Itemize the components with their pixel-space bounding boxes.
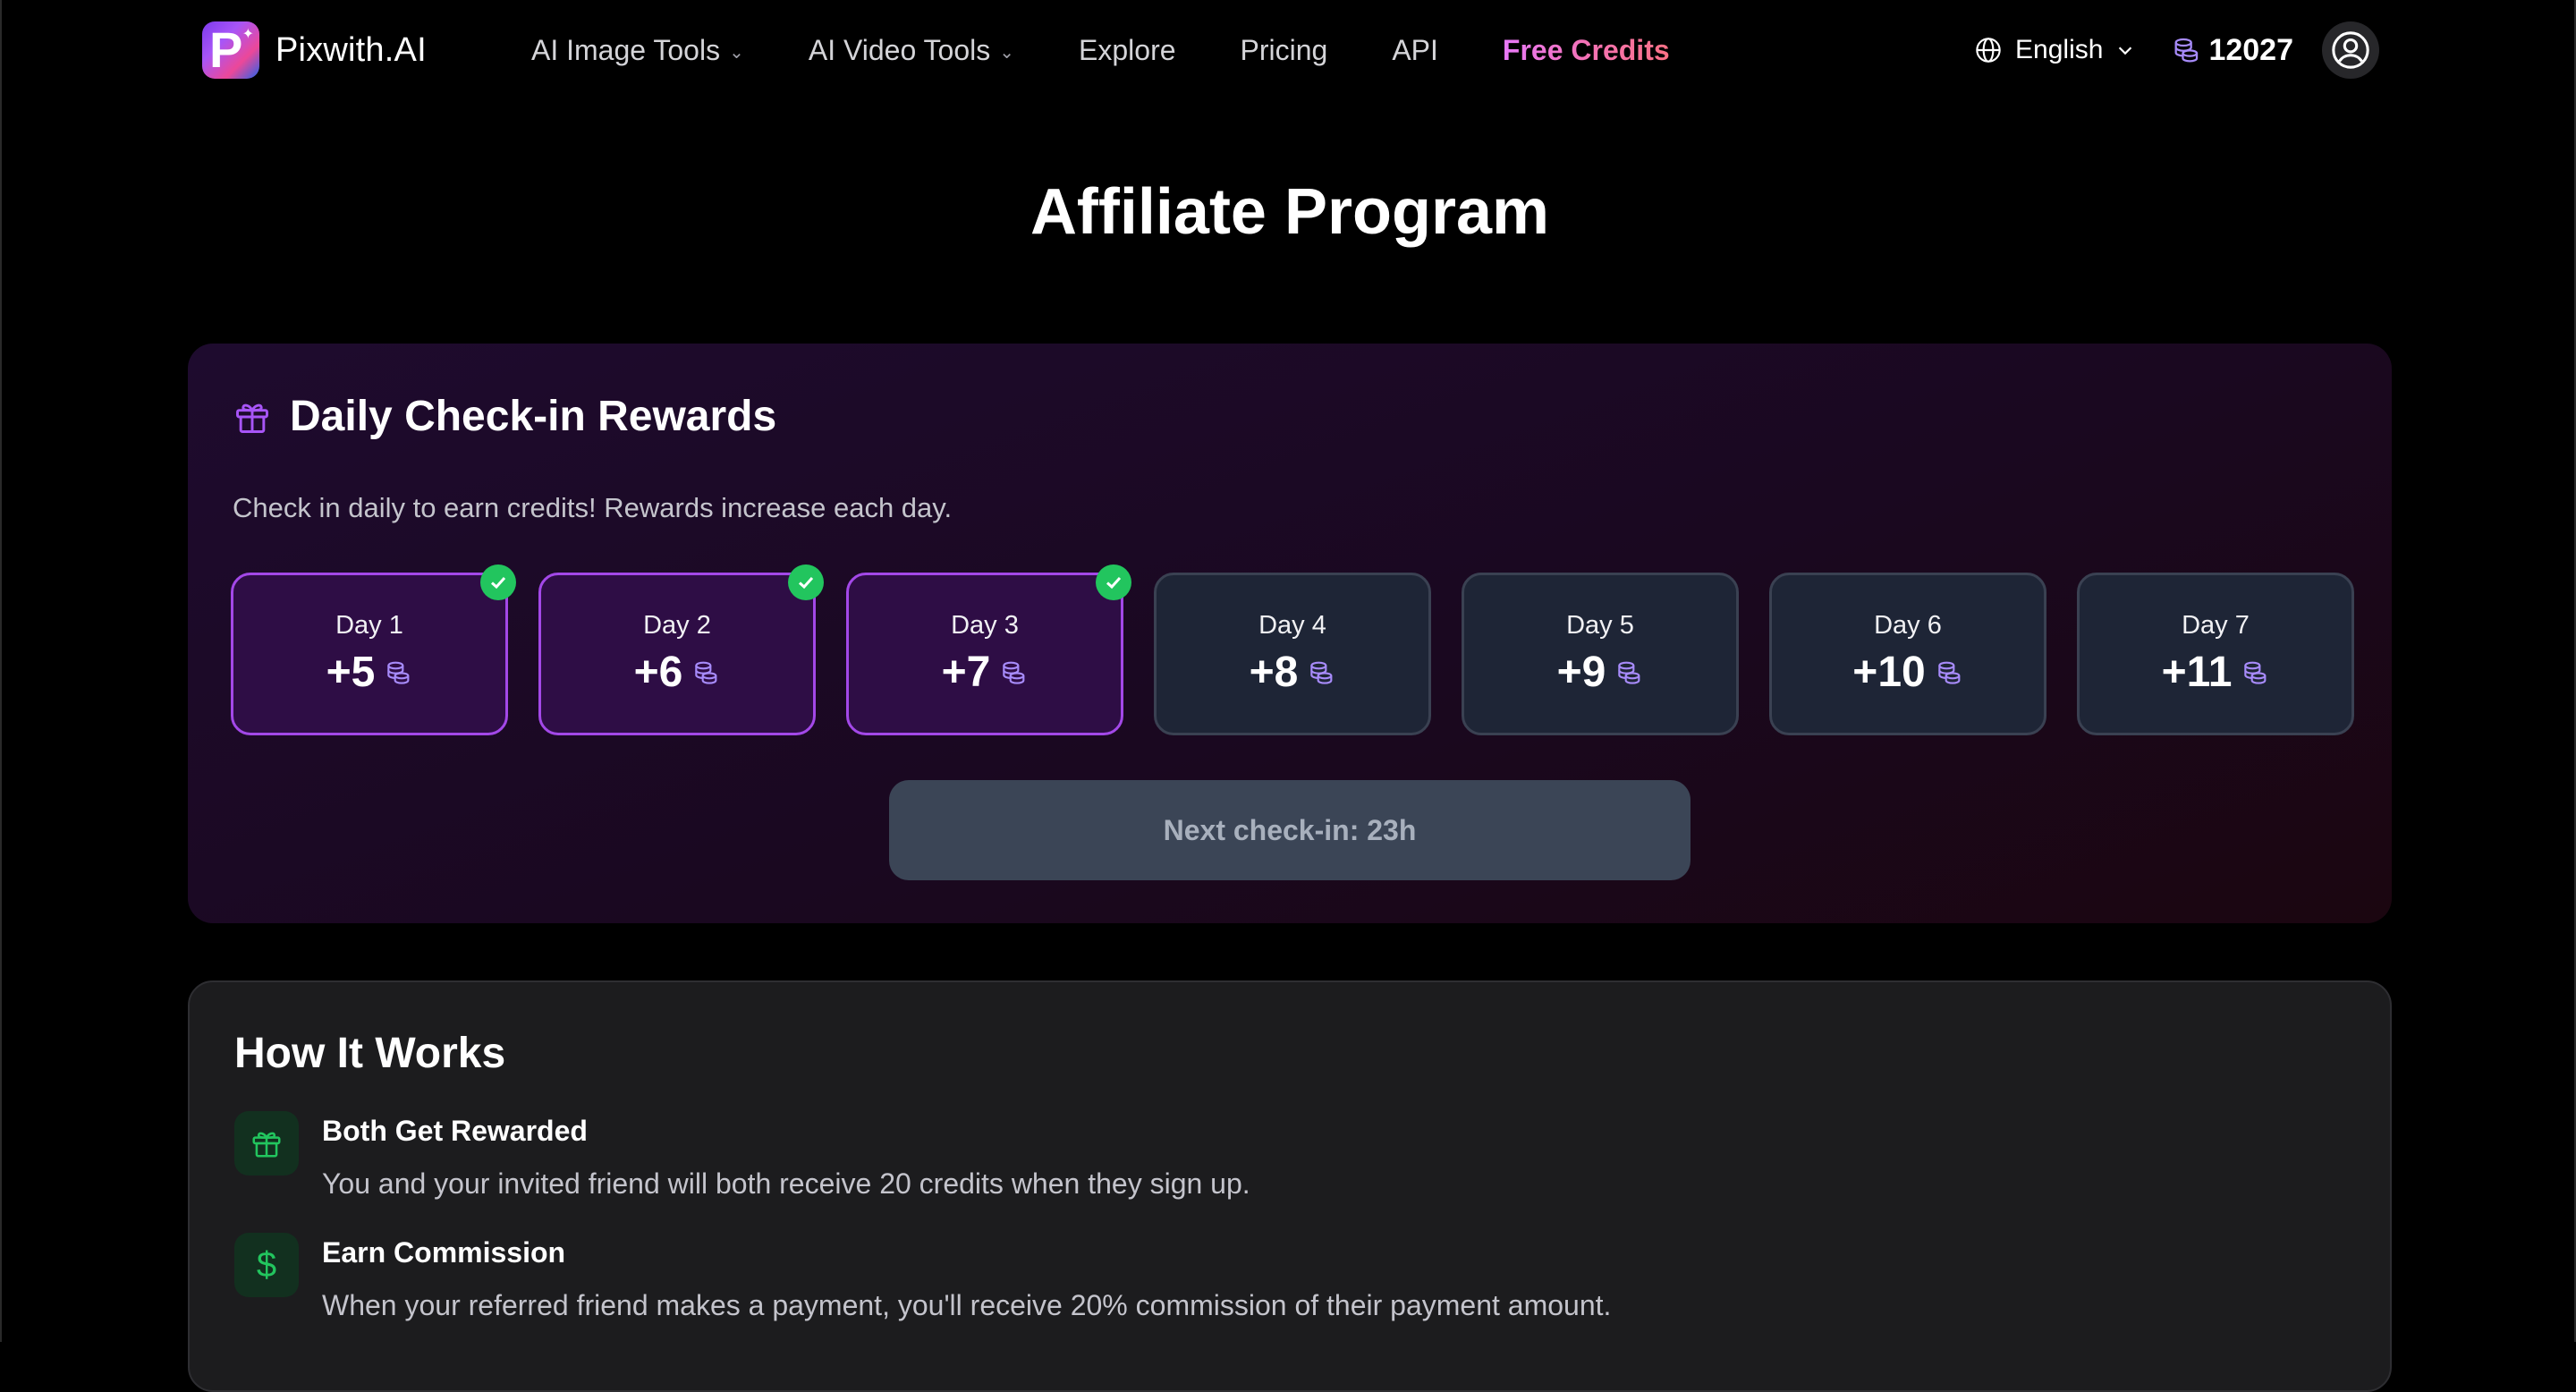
coins-icon (695, 661, 717, 684)
menu-label: AI Image Tools (531, 33, 721, 66)
nav-right-group: English 12027 (1974, 18, 2379, 82)
chevron-down-icon: ⌄ (729, 42, 744, 63)
day-label: Day 7 (2182, 611, 2250, 640)
day-reward: +6 (634, 648, 721, 697)
menu-label: API (1392, 33, 1438, 66)
checkin-day-card[interactable]: Day 5 +9 (1462, 573, 1739, 735)
how-item-rewarded: Both Get Rewarded You and your invited f… (234, 1111, 1250, 1201)
gift-icon (236, 403, 268, 433)
language-selector[interactable]: English (1974, 35, 2135, 65)
chevron-down-icon: ⌄ (999, 42, 1015, 63)
page-title: Affiliate Program (1030, 176, 1550, 248)
how-it-works-card: How It Works Both Get Rewarded You and y… (188, 980, 2392, 1392)
how-item-title: Both Get Rewarded (322, 1115, 588, 1147)
coins-icon (1003, 661, 1025, 684)
how-it-works-title: How It Works (234, 1030, 506, 1077)
coins-icon (1937, 661, 1961, 684)
day-reward-amount: +5 (326, 649, 376, 696)
day-reward-amount: +8 (1249, 649, 1299, 696)
menu-label: AI Video Tools (808, 33, 991, 66)
day-label: Day 6 (1874, 611, 1942, 640)
day-label: Day 1 (335, 611, 403, 640)
next-checkin-button[interactable]: Next check-in: 23h (889, 780, 1690, 880)
menu-ai-image-tools[interactable]: AI Image Tools ⌄ (531, 34, 744, 67)
top-navbar: P ✦ Pixwith.AI AI Image Tools ⌄ AI Video… (2, 0, 2576, 100)
day-reward-amount: +11 (2161, 649, 2233, 696)
day-label: Day 3 (951, 611, 1019, 640)
how-item-text: Both Get Rewarded You and your invited f… (322, 1111, 1250, 1201)
day-reward: +7 (942, 648, 1029, 697)
coins-icon (387, 661, 410, 684)
day-reward: +8 (1250, 648, 1336, 697)
menu-explore[interactable]: Explore (1079, 34, 1176, 67)
user-avatar-button[interactable] (2322, 21, 2379, 79)
day-label: Day 2 (643, 611, 711, 640)
check-badge-icon (788, 564, 824, 600)
day-reward-amount: +9 (1556, 649, 1606, 696)
brand-name: Pixwith.AI (275, 30, 427, 69)
menu-label: Explore (1079, 33, 1176, 66)
how-item-description: You and your invited friend will both re… (322, 1167, 1250, 1200)
how-item-description: When your referred friend makes a paymen… (322, 1289, 1612, 1321)
coins-icon (1310, 661, 1333, 684)
menu-pricing[interactable]: Pricing (1241, 34, 1328, 67)
user-circle-icon (2332, 31, 2369, 69)
day-reward-amount: +6 (633, 649, 683, 696)
day-reward: +9 (1557, 648, 1644, 697)
how-item-title: Earn Commission (322, 1236, 566, 1269)
menu-label: Pricing (1240, 33, 1328, 66)
check-badge-icon (480, 564, 516, 600)
brand-logo-link[interactable]: P ✦ Pixwith.AI (202, 21, 427, 79)
menu-api[interactable]: API (1392, 34, 1438, 67)
checkin-days-row: Day 1 +5 Day 2 +6 Day 3 +7 Day 4 +8 Day 5 +9 Day 6… (231, 564, 2354, 735)
sparkle-icon: ✦ (242, 27, 254, 42)
checkin-description: Check in daily to earn credits! Rewards … (233, 492, 953, 523)
day-label: Day 4 (1258, 611, 1326, 640)
credit-count: 12027 (2208, 32, 2293, 67)
day-reward-amount: +7 (941, 649, 991, 696)
checkin-day-card[interactable]: Day 6 +10 (1769, 573, 2046, 735)
day-reward-amount: +10 (1852, 649, 1926, 696)
coins-icon (2174, 38, 2199, 63)
checkin-title: Daily Check-in Rewards (290, 393, 777, 440)
language-label: English (2015, 35, 2104, 64)
menu-ai-video-tools[interactable]: AI Video Tools ⌄ (809, 34, 1014, 67)
day-reward: +5 (326, 648, 413, 697)
globe-icon (1976, 38, 2001, 63)
day-reward: +10 (1852, 648, 1962, 697)
gift-icon (234, 1111, 299, 1176)
chevron-down-icon (2119, 47, 2132, 55)
checkin-day-card[interactable]: Day 3 +7 (846, 564, 1131, 735)
checkin-day-card[interactable]: Day 7 +11 (2077, 573, 2354, 735)
credit-balance[interactable]: 12027 (2171, 33, 2293, 68)
day-label: Day 5 (1566, 611, 1634, 640)
coins-icon (1618, 661, 1640, 684)
app-frame: P ✦ Pixwith.AI AI Image Tools ⌄ AI Video… (0, 0, 2576, 1392)
checkin-header: Daily Check-in Rewards (233, 392, 776, 441)
menu-free-credits[interactable]: Free Credits (1503, 34, 1670, 67)
check-badge-icon (1096, 564, 1131, 600)
day-reward: +11 (2162, 648, 2270, 697)
dollar-icon: $ (234, 1233, 299, 1297)
checkin-day-card[interactable]: Day 2 +6 (538, 564, 824, 735)
how-item-commission: $ Earn Commission When your referred fri… (234, 1233, 1611, 1322)
checkin-day-card[interactable]: Day 4 +8 (1154, 573, 1431, 735)
logo-letter: P (209, 21, 243, 78)
how-item-text: Earn Commission When your referred frien… (322, 1233, 1611, 1322)
daily-checkin-card: Daily Check-in Rewards Check in daily to… (188, 344, 2392, 923)
checkin-day-card[interactable]: Day 1 +5 (231, 564, 516, 735)
main-menu: AI Image Tools ⌄ AI Video Tools ⌄ Explor… (531, 0, 1734, 100)
coins-icon (2244, 661, 2267, 684)
brand-logo-icon: P ✦ (202, 21, 259, 79)
